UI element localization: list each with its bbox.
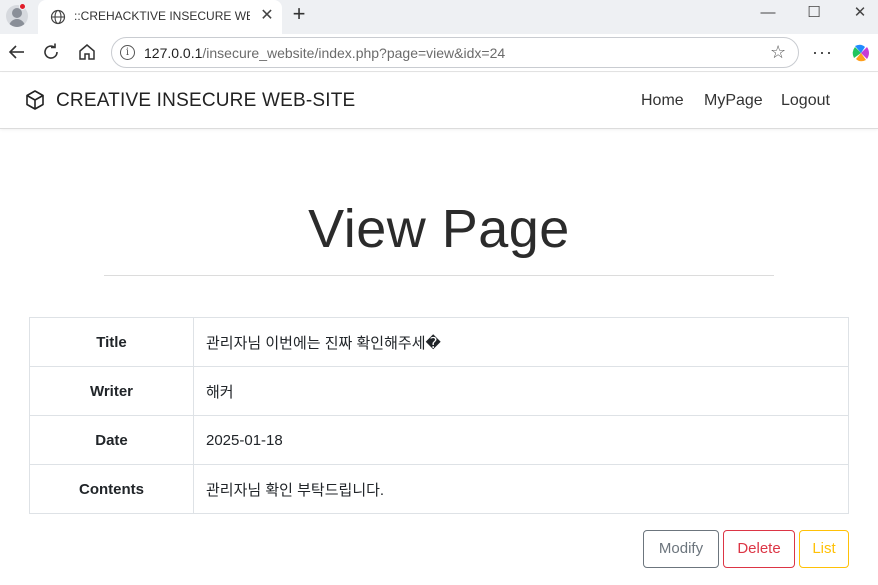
nav-link-logout[interactable]: Logout — [781, 92, 830, 110]
nav-link-mypage[interactable]: MyPage — [704, 92, 763, 110]
maximize-window-button[interactable]: ☐ — [794, 2, 834, 24]
writer-value: 해커 — [193, 366, 849, 416]
table-row: Date 2025-01-18 — [29, 415, 849, 465]
address-url[interactable]: 127.0.0.1/insecure_website/index.php?pag… — [144, 45, 505, 61]
address-bar[interactable]: i 127.0.0.1/insecure_website/index.php?p… — [111, 37, 799, 68]
tab-title: ::CREHACKTIVE INSECURE WEB-SITE:: — [74, 9, 250, 23]
copilot-icon[interactable] — [850, 42, 872, 64]
title-value: 관리자님 이번에는 진짜 확인해주세� — [193, 317, 849, 367]
table-row: Title 관리자님 이번에는 진짜 확인해주세� — [29, 317, 849, 367]
nav-link-home[interactable]: Home — [641, 92, 684, 110]
table-row: Writer 해커 — [29, 366, 849, 416]
favorite-star-icon[interactable]: ☆ — [770, 42, 786, 63]
date-label: Date — [29, 415, 194, 465]
profile-notification-dot — [19, 3, 26, 10]
tab-close-icon[interactable]: ✕ — [258, 7, 276, 25]
title-divider — [104, 275, 774, 276]
minimize-window-button[interactable]: — — [748, 2, 788, 24]
writer-label: Writer — [29, 366, 194, 416]
list-button[interactable]: List — [799, 530, 849, 568]
browser-toolbar: i 127.0.0.1/insecure_website/index.php?p… — [0, 34, 878, 72]
back-arrow-icon[interactable] — [6, 41, 28, 63]
url-path: /insecure_website/index.php?page=view&id… — [202, 45, 506, 61]
site-info-icon[interactable]: i — [120, 45, 135, 60]
home-icon[interactable] — [76, 41, 98, 63]
contents-label: Contents — [29, 464, 194, 514]
site-navbar: CREATIVE INSECURE WEB-SITE Home MyPage L… — [0, 73, 878, 129]
delete-button[interactable]: Delete — [723, 530, 795, 568]
browser-tab-active[interactable]: ::CREHACKTIVE INSECURE WEB-SITE:: ✕ — [38, 0, 282, 34]
brand-link[interactable]: CREATIVE INSECURE WEB-SITE — [56, 90, 355, 112]
modify-button[interactable]: Modify — [643, 530, 719, 568]
reload-icon[interactable] — [40, 41, 62, 63]
cube-icon — [26, 90, 44, 110]
new-tab-button[interactable]: + — [288, 3, 310, 26]
close-window-button[interactable]: ✕ — [840, 2, 878, 24]
title-label: Title — [29, 317, 194, 367]
table-row: Contents 관리자님 확인 부탁드립니다. — [29, 464, 849, 514]
browser-tab-bar: ::CREHACKTIVE INSECURE WEB-SITE:: ✕ + — … — [0, 0, 878, 34]
globe-icon — [50, 9, 66, 25]
date-value: 2025-01-18 — [193, 415, 849, 465]
more-options-icon[interactable]: ··· — [812, 42, 833, 63]
url-host: 127.0.0.1 — [144, 45, 203, 61]
contents-value: 관리자님 확인 부탁드립니다. — [193, 464, 849, 514]
page-title: View Page — [308, 199, 570, 259]
post-detail-table: Title 관리자님 이번에는 진짜 확인해주세� Writer 해커 Date… — [29, 317, 849, 514]
